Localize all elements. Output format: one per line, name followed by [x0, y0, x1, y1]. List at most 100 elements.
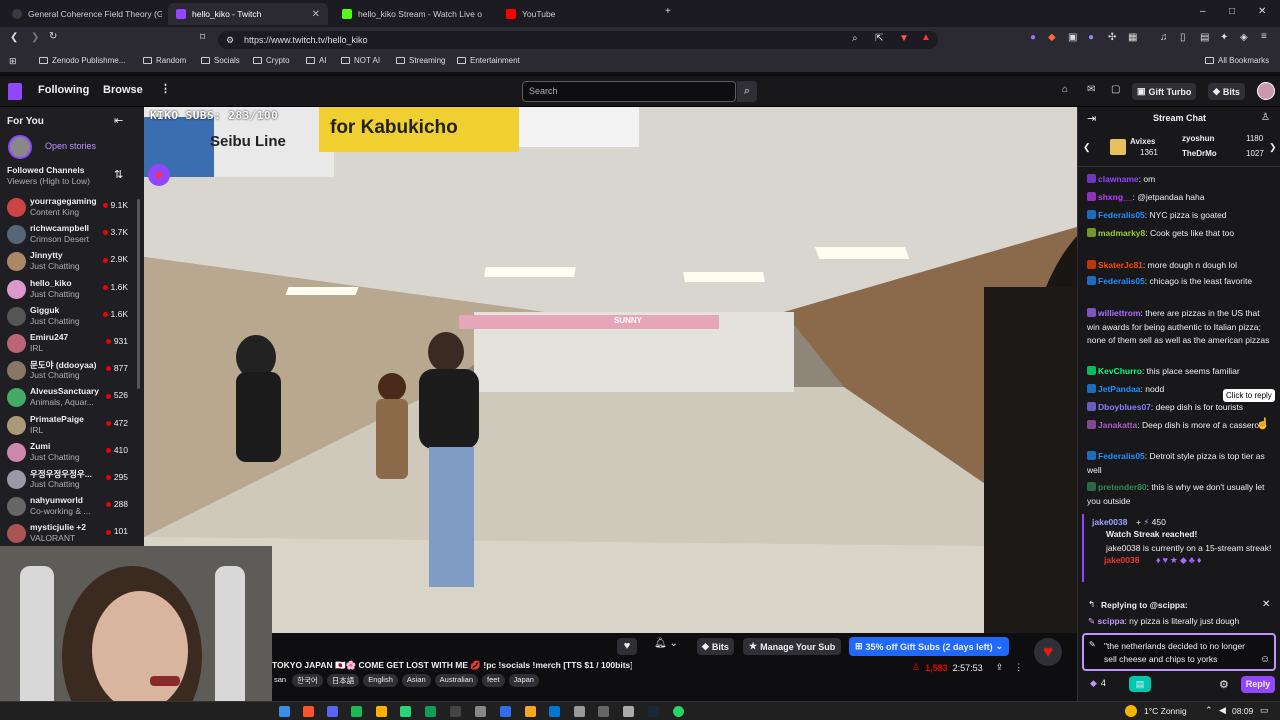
- chat-username[interactable]: Federalis05: [1098, 451, 1145, 461]
- sidebar-channel[interactable]: nahyunworld Co-working & ... 288: [0, 493, 140, 520]
- chat-message[interactable]: clawname: om: [1087, 173, 1273, 187]
- bookmark-random[interactable]: Random: [143, 56, 186, 65]
- sidebar-channel[interactable]: richwcampbell Crimson Desert 3.7K: [0, 221, 140, 248]
- chat-username[interactable]: KevChurro: [1098, 366, 1142, 376]
- forward-icon[interactable]: ❯: [31, 32, 39, 43]
- chat-message[interactable]: shxng__: @jetpandaa haha: [1087, 191, 1273, 205]
- emote-picker-icon[interactable]: ☺: [1260, 654, 1270, 665]
- terminal-icon[interactable]: [450, 706, 461, 717]
- browser-tab-2[interactable]: hello_kiko Stream - Watch Live o: [334, 3, 492, 25]
- sidebar-channel[interactable]: yourragegaming Content King 9.1K: [0, 194, 140, 221]
- clock[interactable]: 08:09: [1232, 706, 1253, 716]
- streak-user[interactable]: jake0038: [1092, 517, 1127, 527]
- close-window-icon[interactable]: ✕: [1258, 6, 1266, 17]
- back-icon[interactable]: ❮: [10, 32, 18, 43]
- share-icon[interactable]: ⇪: [996, 662, 1004, 673]
- maximize-icon[interactable]: □: [1229, 6, 1235, 17]
- chat-message[interactable]: Federalis05: Detroit style pizza is top …: [1087, 450, 1273, 477]
- browser-tab-1[interactable]: hello_kiko - Twitch ✕: [168, 3, 328, 25]
- leaderboard-prev-icon[interactable]: ❮: [1083, 142, 1091, 153]
- sidebar-channel[interactable]: hello_kiko Just Chatting 1.6K: [0, 276, 140, 303]
- explorer-icon[interactable]: [525, 706, 536, 717]
- chat-username[interactable]: pretender80: [1098, 482, 1147, 492]
- sort-icon[interactable]: ⇅: [114, 168, 123, 181]
- brave-shield-icon[interactable]: ▼: [899, 33, 909, 44]
- minimize-icon[interactable]: –: [1200, 6, 1206, 17]
- sidebar-channel[interactable]: Zumi Just Chatting 410: [0, 439, 140, 466]
- sidebar-scrollbar[interactable]: [137, 199, 140, 389]
- share-icon[interactable]: ⇱: [875, 33, 883, 44]
- follow-heart-icon[interactable]: ♥: [617, 638, 637, 655]
- manage-sub-button[interactable]: ★ Manage Your Sub: [743, 638, 842, 655]
- search-icon[interactable]: ⌕: [737, 81, 757, 102]
- chat-message[interactable]: Dboyblues07: deep dish is for tourists: [1087, 401, 1273, 415]
- extension-4-icon[interactable]: ●: [1088, 32, 1094, 43]
- chat-message[interactable]: pretender80: this is why we don't usuall…: [1087, 481, 1273, 508]
- browser-tab-0[interactable]: General Coherence Field Theory (GC: [4, 3, 162, 25]
- channel-points[interactable]: ◆ 4: [1090, 678, 1106, 689]
- sidebar-icon[interactable]: ▯: [1180, 32, 1186, 43]
- close-reply-icon[interactable]: ✕: [1262, 599, 1270, 610]
- sidebar-channel[interactable]: mysticjulie +2 VALORANT 101: [0, 520, 140, 547]
- app-icon[interactable]: [475, 706, 486, 717]
- all-bookmarks[interactable]: All Bookmarks: [1205, 56, 1269, 65]
- menu-icon[interactable]: ≡: [1261, 31, 1267, 42]
- prime-loot-icon[interactable]: ⌂: [1062, 84, 1068, 95]
- url-field[interactable]: ⚙ https://www.twitch.tv/hello_kiko: [218, 31, 938, 49]
- notifications-icon[interactable]: ▭: [1260, 705, 1269, 716]
- bookmark-socials[interactable]: Socials: [201, 56, 240, 65]
- leaderboard-next-icon[interactable]: ❯: [1269, 142, 1277, 153]
- search-input[interactable]: Search: [522, 81, 736, 102]
- chat-message[interactable]: KevChurro: this place seems familiar: [1087, 365, 1273, 379]
- rewards-icon[interactable]: ▲: [921, 32, 931, 43]
- bits-cheer-button[interactable]: ◆ Bits: [697, 638, 734, 655]
- whatsapp-icon[interactable]: [673, 706, 684, 717]
- sidebar-channel[interactable]: PrimatePaige IRL 472: [0, 412, 140, 439]
- tray-chevron-icon[interactable]: ⌃: [1205, 705, 1213, 716]
- reply-button[interactable]: Reply: [1241, 676, 1275, 693]
- chat-username[interactable]: JetPandaa: [1098, 384, 1141, 394]
- community-icon[interactable]: ♙: [1261, 112, 1270, 123]
- chat-message[interactable]: williettrom: there are pizzas in the US …: [1087, 307, 1273, 348]
- following-link[interactable]: Following: [38, 84, 89, 96]
- extension-2-icon[interactable]: ◆: [1048, 32, 1056, 43]
- speaker-icon[interactable]: ◀: [1219, 705, 1226, 716]
- chat-input[interactable]: ✎ "the netherlands decided to no longer …: [1082, 633, 1276, 671]
- notification-bell-icon[interactable]: 🔔︎ ⌄: [654, 638, 678, 649]
- more-menu-icon[interactable]: ⋮: [160, 82, 171, 95]
- extensions-icon[interactable]: ✣: [1108, 32, 1116, 43]
- leo-icon[interactable]: ✦: [1220, 32, 1228, 43]
- zoom-icon[interactable]: ⌕: [852, 33, 858, 44]
- close-tab-icon[interactable]: ✕: [312, 9, 320, 20]
- chat-username[interactable]: Janakatta: [1098, 420, 1137, 430]
- bookmark-ai[interactable]: AI: [306, 56, 327, 65]
- bits-button[interactable]: ◆ Bits: [1208, 83, 1245, 100]
- steam-icon[interactable]: [648, 706, 659, 717]
- app-icon[interactable]: [598, 706, 609, 717]
- vscode-icon[interactable]: [549, 706, 560, 717]
- streak-emote-user[interactable]: jake0038: [1104, 555, 1139, 565]
- hype-heart-icon[interactable]: ♥: [1034, 638, 1062, 666]
- weather-text[interactable]: 1°C Zonnig: [1144, 706, 1187, 716]
- gift-subs-button[interactable]: ⊞ 35% off Gift Subs (2 days left) ⌄: [849, 637, 1010, 656]
- chat-username[interactable]: madmarky8: [1098, 228, 1145, 238]
- open-stories-link[interactable]: Open stories: [45, 141, 96, 151]
- chat-message[interactable]: madmarky8: Cook gets like that too: [1087, 227, 1273, 241]
- tag-item[interactable]: 日本語: [326, 674, 360, 687]
- bookmark-icon[interactable]: ⌑: [200, 32, 205, 43]
- spotify-icon[interactable]: [351, 706, 362, 717]
- extension-5-icon[interactable]: ▦: [1128, 32, 1137, 43]
- reply-user[interactable]: scippa: [1098, 616, 1125, 626]
- chat-message[interactable]: SkaterJc81: more dough n dough lol: [1087, 259, 1273, 273]
- sidebar-channel[interactable]: AlveusSanctuary Animals, Aquar... 526: [0, 384, 140, 411]
- vpn-icon[interactable]: ◈: [1240, 32, 1248, 43]
- chat-message[interactable]: Janakatta: Deep dish is more of a casser…: [1087, 419, 1273, 433]
- chat-username[interactable]: clawname: [1098, 174, 1139, 184]
- sidebar-channel[interactable]: Jinnytty Just Chatting 2.9K: [0, 248, 140, 275]
- chat-username[interactable]: williettrom: [1098, 308, 1141, 318]
- sidebar-channel[interactable]: 우정우정우정우... Just Chatting 295: [0, 466, 140, 493]
- tag-item[interactable]: English: [363, 674, 398, 687]
- bookmark-not-ai[interactable]: NOT AI: [341, 56, 380, 65]
- new-tab-icon[interactable]: +: [665, 6, 671, 17]
- gift-turbo-button[interactable]: ▣ Gift Turbo: [1132, 83, 1197, 100]
